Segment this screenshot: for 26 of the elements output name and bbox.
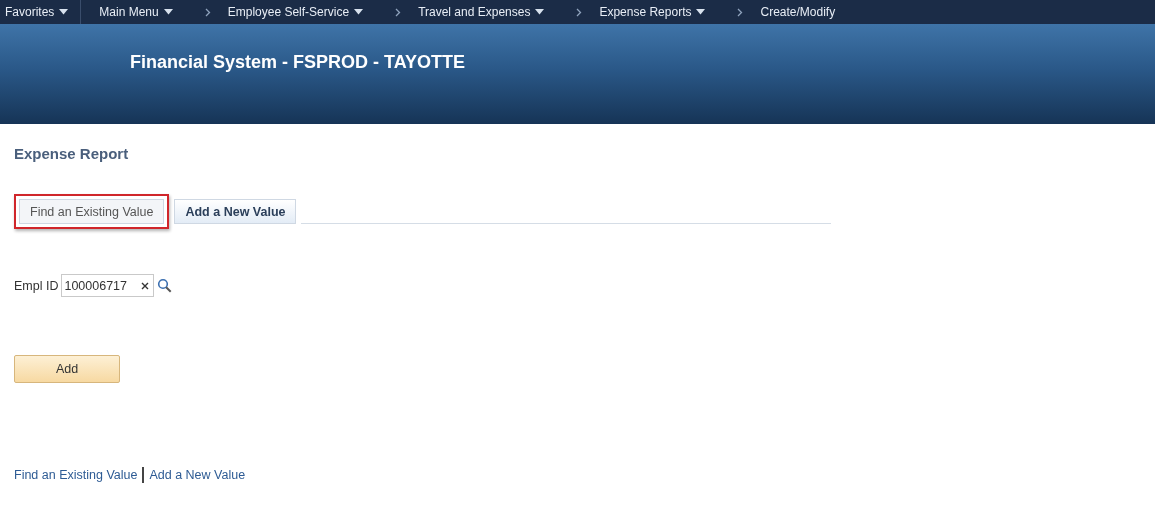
menu-link[interactable]: Travel and Expenses — [418, 5, 531, 19]
page-title: Expense Report — [14, 145, 130, 162]
menu-link[interactable]: Favorites — [5, 5, 55, 19]
caret-icon[interactable] — [535, 9, 545, 15]
input-field[interactable]: 100006717 — [61, 274, 155, 297]
add-button[interactable]: Add — [14, 355, 120, 383]
menu-link[interactable]: Expense Reports — [599, 5, 692, 19]
footer-link[interactable]: Add a New Value — [149, 468, 246, 482]
chevron-icon — [204, 7, 211, 17]
system-title: Financial System - FSPROD - TAYOTTE — [130, 52, 466, 73]
clear-icon[interactable] — [141, 281, 150, 290]
caret-icon[interactable] — [163, 9, 173, 15]
tab[interactable]: Find an Existing Value — [19, 199, 165, 224]
search-icon[interactable] — [157, 278, 173, 293]
tab[interactable]: Add a New Value — [174, 199, 297, 224]
footer-link[interactable]: Find an Existing Value — [14, 468, 138, 482]
caret-icon[interactable] — [354, 9, 364, 15]
chevron-icon — [737, 7, 744, 17]
chevron-icon — [395, 7, 402, 17]
chevron-icon — [576, 7, 583, 17]
field-label: Empl ID — [14, 278, 59, 293]
menu-link[interactable]: Main Menu — [99, 5, 159, 19]
menu-link[interactable]: Employee Self-Service — [227, 5, 350, 19]
caret-icon[interactable] — [59, 9, 69, 15]
caret-icon[interactable] — [696, 9, 706, 15]
menu-link[interactable]: Create/Modify — [760, 5, 836, 19]
